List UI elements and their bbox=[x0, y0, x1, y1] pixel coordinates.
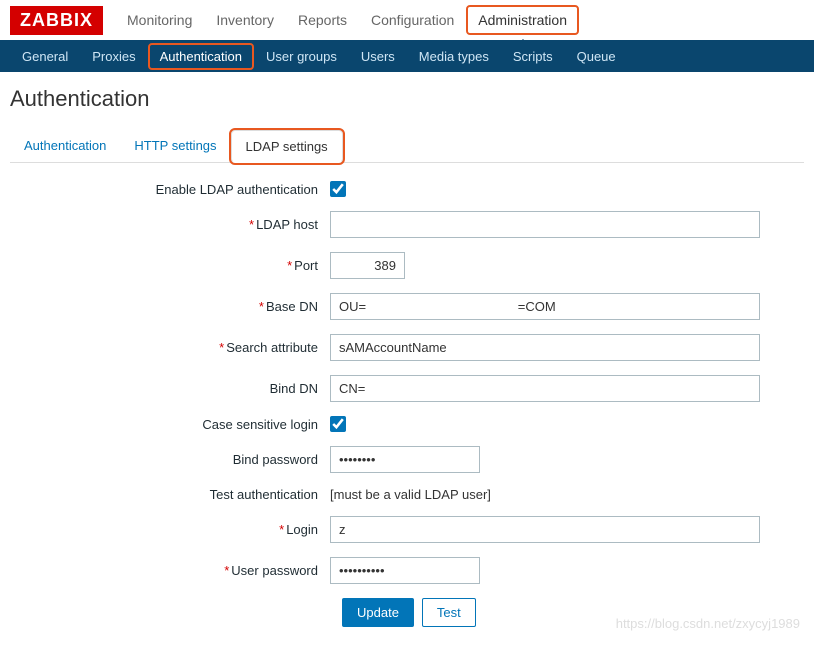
input-base-dn[interactable] bbox=[330, 293, 760, 320]
label-user-password: *User password bbox=[10, 563, 330, 578]
subnav-queue[interactable]: Queue bbox=[565, 41, 628, 72]
label-case-sensitive: Case sensitive login bbox=[10, 417, 330, 432]
checkbox-case-sensitive[interactable] bbox=[330, 416, 346, 432]
label-port: *Port bbox=[10, 258, 330, 273]
label-enable-ldap: Enable LDAP authentication bbox=[10, 182, 330, 197]
input-bind-password[interactable] bbox=[330, 446, 480, 473]
input-login[interactable] bbox=[330, 516, 760, 543]
test-button[interactable]: Test bbox=[422, 598, 476, 627]
label-base-dn: *Base DN bbox=[10, 299, 330, 314]
label-test-auth: Test authentication bbox=[10, 487, 330, 502]
label-search-attr: *Search attribute bbox=[10, 340, 330, 355]
label-bind-dn: Bind DN bbox=[10, 381, 330, 396]
topnav-reports[interactable]: Reports bbox=[286, 2, 359, 38]
page-title: Authentication bbox=[0, 72, 814, 130]
subnav-authentication[interactable]: Authentication bbox=[148, 43, 254, 70]
subnav-proxies[interactable]: Proxies bbox=[80, 41, 147, 72]
input-user-password[interactable] bbox=[330, 557, 480, 584]
subnav-user-groups[interactable]: User groups bbox=[254, 41, 349, 72]
update-button[interactable]: Update bbox=[342, 598, 414, 627]
input-bind-dn[interactable] bbox=[330, 375, 760, 402]
input-search-attr[interactable] bbox=[330, 334, 760, 361]
topnav-inventory[interactable]: Inventory bbox=[204, 2, 286, 38]
subnav-general[interactable]: General bbox=[10, 41, 80, 72]
checkbox-enable-ldap[interactable] bbox=[330, 181, 346, 197]
tab-http-settings[interactable]: HTTP settings bbox=[120, 130, 230, 162]
topnav-administration[interactable]: Administration bbox=[466, 5, 579, 35]
tab-authentication[interactable]: Authentication bbox=[10, 130, 120, 162]
input-port[interactable] bbox=[330, 252, 405, 279]
label-ldap-host: *LDAP host bbox=[10, 217, 330, 232]
subnav-users[interactable]: Users bbox=[349, 41, 407, 72]
subnav-scripts[interactable]: Scripts bbox=[501, 41, 565, 72]
text-test-auth: [must be a valid LDAP user] bbox=[330, 487, 491, 502]
tab-ldap-settings[interactable]: LDAP settings bbox=[231, 130, 343, 163]
label-login: *Login bbox=[10, 522, 330, 537]
topnav-configuration[interactable]: Configuration bbox=[359, 2, 466, 38]
label-bind-password: Bind password bbox=[10, 452, 330, 467]
input-ldap-host[interactable] bbox=[330, 211, 760, 238]
logo: ZABBIX bbox=[10, 6, 103, 35]
topnav-monitoring[interactable]: Monitoring bbox=[115, 2, 204, 38]
subnav-media-types[interactable]: Media types bbox=[407, 41, 501, 72]
